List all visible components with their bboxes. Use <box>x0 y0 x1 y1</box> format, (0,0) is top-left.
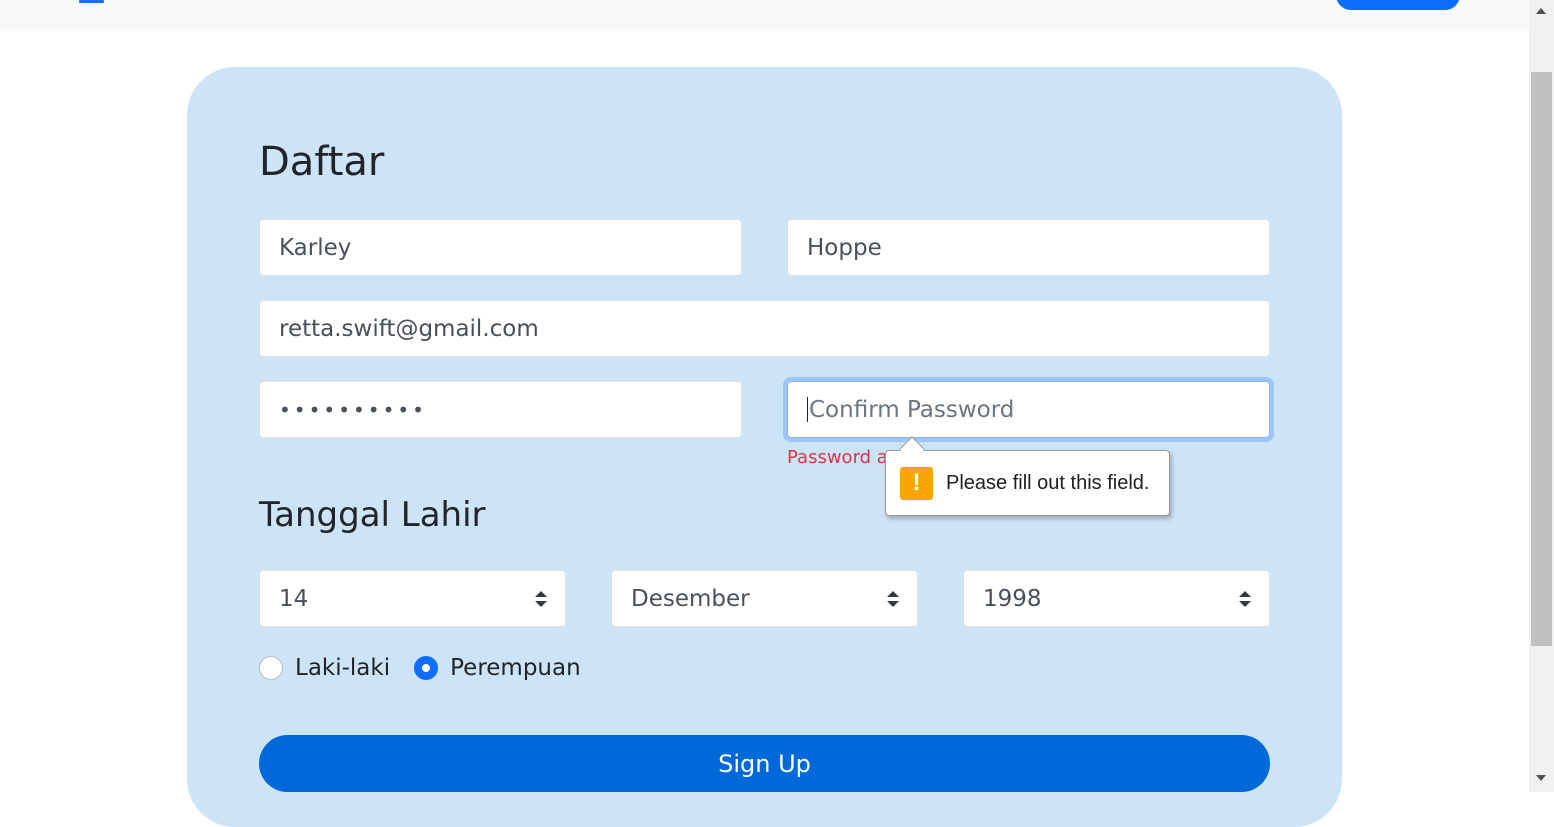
password-error-text: Password a <box>787 447 888 468</box>
month-value: Desember <box>631 585 750 612</box>
vertical-scrollbar[interactable] <box>1529 0 1554 792</box>
email-field[interactable]: retta.swift@gmail.com <box>259 300 1270 357</box>
warning-icon: ! <box>900 466 933 500</box>
last-name-value: Hoppe <box>807 234 882 261</box>
year-select[interactable]: 1998 <box>963 570 1270 627</box>
gender-label: Laki-laki <box>295 655 391 681</box>
scroll-down-icon[interactable] <box>1536 775 1546 781</box>
day-select[interactable]: 14 <box>259 570 566 627</box>
confirm-password-placeholder: Confirm Password <box>809 396 1015 423</box>
birthdate-title: Tanggal Lahir <box>259 495 486 535</box>
scrollbar-thumb[interactable] <box>1531 72 1552 646</box>
email-value: retta.swift@gmail.com <box>279 315 539 342</box>
validation-message: Please fill out this field. <box>946 471 1150 494</box>
menu-icon[interactable] <box>79 0 104 3</box>
month-select[interactable]: Desember <box>611 570 918 627</box>
sign-up-button[interactable]: Sign Up <box>259 735 1270 792</box>
page-title: Daftar <box>259 139 385 185</box>
gender-radio-group: Laki-laki Perempuan <box>259 655 605 681</box>
password-value: •••••••••• <box>279 397 427 422</box>
radio-button[interactable] <box>259 656 283 680</box>
first-name-value: Karley <box>279 234 352 261</box>
day-value: 14 <box>279 585 309 612</box>
gender-option-laki-laki[interactable]: Laki-laki <box>259 655 390 681</box>
gender-option-perempuan[interactable]: Perempuan <box>414 655 581 681</box>
navbar-button[interactable] <box>1336 0 1460 10</box>
year-value: 1998 <box>983 585 1042 612</box>
first-name-field[interactable]: Karley <box>259 219 742 276</box>
top-navbar <box>0 0 1529 31</box>
sort-arrows-icon <box>1239 591 1251 607</box>
scroll-up-icon[interactable] <box>1536 8 1546 14</box>
validation-tooltip: ! Please fill out this field. <box>885 436 1170 516</box>
confirm-password-field[interactable]: Confirm Password <box>787 381 1270 438</box>
sort-arrows-icon <box>887 591 899 607</box>
signup-card: Daftar Karley Hoppe retta.swift@gmail.co… <box>187 67 1342 827</box>
sort-arrows-icon <box>535 591 547 607</box>
text-caret <box>807 397 808 422</box>
password-field[interactable]: •••••••••• <box>259 381 742 438</box>
gender-label: Perempuan <box>450 655 581 681</box>
radio-button-checked[interactable] <box>414 656 439 680</box>
last-name-field[interactable]: Hoppe <box>787 219 1270 276</box>
